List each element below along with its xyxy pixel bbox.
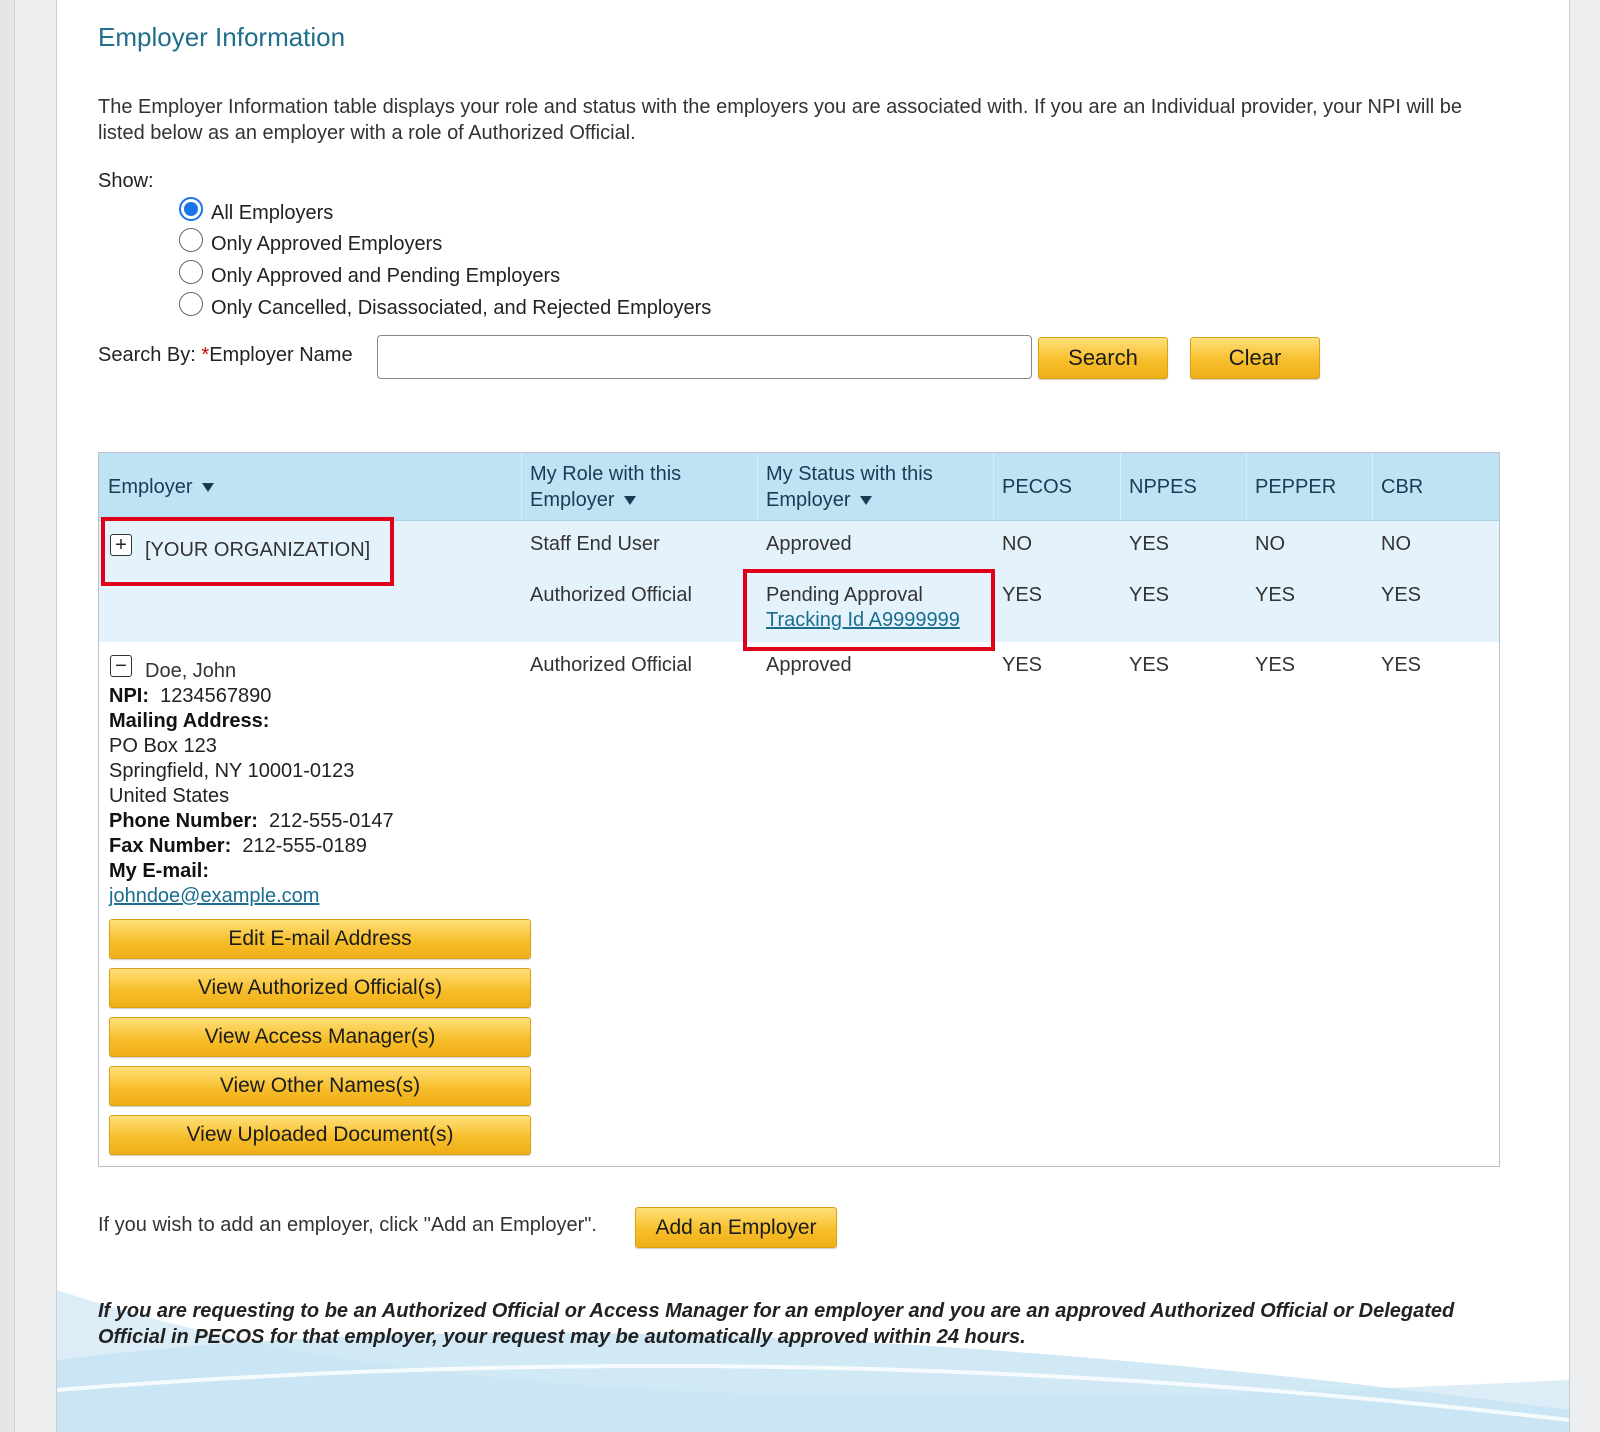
radio-label: Only Approved and Pending Employers: [211, 264, 561, 287]
status-cell: Approved: [766, 654, 852, 676]
radio-label: All Employers: [211, 201, 334, 224]
nppes-cell: YES: [1129, 533, 1170, 555]
radio-icon[interactable]: [179, 228, 203, 252]
header-pecos: PECOS: [1002, 476, 1073, 498]
annotation-highlight-box: [743, 569, 995, 651]
radio-cancelled-rejected[interactable]: Only Cancelled, Disassociated, and Rejec…: [179, 292, 712, 323]
radio-selected-icon[interactable]: [179, 197, 203, 221]
employer-details: NPI: 1234567890 Mailing Address: PO Box …: [109, 684, 394, 909]
header-status-line2-wrap: Employer: [766, 487, 933, 513]
nppes-cell: YES: [1129, 584, 1170, 606]
sort-down-icon[interactable]: [860, 495, 873, 505]
mailing-address-label: Mailing Address:: [109, 709, 394, 734]
clear-button[interactable]: Clear: [1190, 337, 1320, 379]
header-role-line1: My Role with this: [530, 463, 682, 485]
header-role-line2: Employer: [530, 489, 615, 511]
header-employer[interactable]: Employer: [108, 474, 215, 500]
cbr-cell: YES: [1381, 584, 1422, 606]
column-divider: [1120, 453, 1121, 520]
table-header: Employer My Role with this Employer My S…: [99, 453, 1499, 521]
address-country: United States: [109, 785, 230, 807]
status-cell: Approved: [766, 533, 852, 555]
column-divider: [1246, 453, 1247, 520]
page-title: Employer Information: [98, 22, 346, 52]
email-link[interactable]: johndoe@example.com: [109, 884, 394, 909]
address-line2: Springfield, NY 10001-0123: [109, 760, 355, 782]
radio-icon[interactable]: [179, 260, 203, 284]
pepper-cell: NO: [1255, 533, 1285, 555]
fax-line: Fax Number: 212-555-0189: [109, 834, 394, 859]
column-divider: [521, 453, 522, 520]
pepper-cell: YES: [1255, 584, 1296, 606]
header-status-line1: My Status with this: [766, 463, 933, 485]
radio-label: Only Cancelled, Disassociated, and Rejec…: [211, 296, 712, 319]
header-nppes: NPPES: [1129, 476, 1197, 498]
header-status[interactable]: My Status with this Employer: [766, 461, 933, 513]
column-divider: [1372, 453, 1373, 520]
search-by-label: Search By: *Employer Name: [98, 344, 353, 367]
view-uploaded-documents-button[interactable]: View Uploaded Document(s): [109, 1115, 531, 1155]
radio-approved-pending[interactable]: Only Approved and Pending Employers: [179, 260, 561, 291]
pecos-cell: YES: [1002, 654, 1043, 676]
phone-value: 212-555-0147: [269, 810, 394, 832]
employer-name-input[interactable]: [377, 335, 1032, 379]
search-by-prefix: Search By:: [98, 344, 202, 366]
view-other-names-button[interactable]: View Other Names(s): [109, 1066, 531, 1106]
npi-value: 1234567890: [160, 685, 272, 707]
employer-table: Employer My Role with this Employer My S…: [98, 452, 1500, 1167]
column-divider: [757, 453, 758, 520]
nppes-cell: YES: [1129, 654, 1170, 676]
radio-only-approved[interactable]: Only Approved Employers: [179, 228, 443, 259]
header-pepper: PEPPER: [1255, 476, 1337, 498]
add-employer-button[interactable]: Add an Employer: [635, 1207, 837, 1248]
collapse-minus-icon[interactable]: −: [110, 655, 132, 677]
header-role-line2-wrap: Employer: [530, 487, 681, 513]
role-cell: Staff End User: [530, 533, 660, 555]
role-cell: Authorized Official: [530, 584, 692, 606]
sort-down-icon[interactable]: [624, 495, 637, 505]
fax-value: 212-555-0189: [242, 835, 367, 857]
intro-text: The Employer Information table displays …: [98, 96, 1463, 144]
window-edge: [0, 0, 15, 1432]
pecos-cell: YES: [1002, 584, 1043, 606]
radio-label: Only Approved Employers: [211, 232, 443, 255]
employer-name-label: Employer Name: [209, 344, 353, 366]
npi-line: NPI: 1234567890: [109, 684, 394, 709]
radio-all-employers[interactable]: All Employers: [179, 197, 334, 228]
pecos-cell: NO: [1002, 533, 1032, 555]
cbr-cell: YES: [1381, 654, 1422, 676]
edit-email-button[interactable]: Edit E-mail Address: [109, 919, 531, 959]
employer-name-doe-john[interactable]: Doe, John: [145, 659, 236, 684]
annotation-highlight-box: [101, 517, 394, 586]
email-label-line: My E-mail:: [109, 859, 394, 884]
header-cbr: CBR: [1381, 476, 1424, 498]
auto-approval-note: If you are requesting to be an Authorize…: [98, 1300, 1455, 1348]
role-cell: Authorized Official: [530, 654, 692, 676]
decorative-waves: [57, 1290, 1569, 1432]
add-employer-text: If you wish to add an employer, click "A…: [98, 1214, 597, 1236]
sort-down-icon[interactable]: [202, 482, 215, 492]
phone-label: Phone Number:: [109, 810, 258, 832]
header-role[interactable]: My Role with this Employer: [530, 461, 681, 513]
show-label: Show:: [98, 170, 154, 192]
mailing-label-text: Mailing Address:: [109, 710, 270, 732]
email-label: My E-mail:: [109, 860, 210, 882]
view-access-managers-button[interactable]: View Access Manager(s): [109, 1017, 531, 1057]
cbr-cell: NO: [1381, 533, 1411, 555]
column-divider: [993, 453, 994, 520]
header-status-line2: Employer: [766, 489, 851, 511]
address-line1: PO Box 123: [109, 735, 217, 757]
view-authorized-officials-button[interactable]: View Authorized Official(s): [109, 968, 531, 1008]
content-panel: Employer Information The Employer Inform…: [56, 0, 1570, 1432]
search-button[interactable]: Search: [1038, 337, 1168, 379]
npi-label: NPI:: [109, 685, 149, 707]
fax-label: Fax Number:: [109, 835, 232, 857]
phone-line: Phone Number: 212-555-0147: [109, 809, 394, 834]
pepper-cell: YES: [1255, 654, 1296, 676]
radio-icon[interactable]: [179, 292, 203, 316]
header-employer-label: Employer: [108, 476, 193, 498]
